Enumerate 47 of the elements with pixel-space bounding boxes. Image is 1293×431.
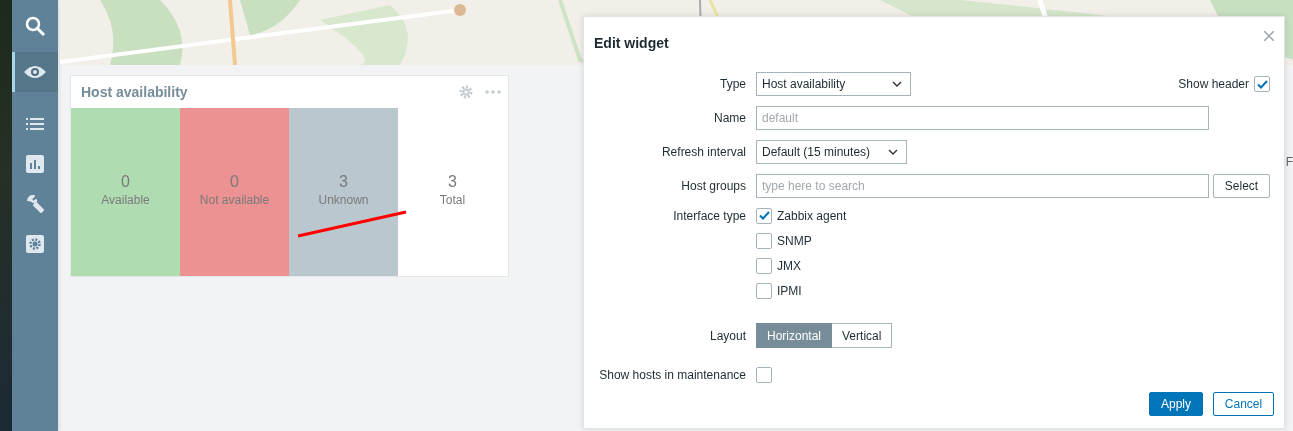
- field-label: Refresh interval: [660, 145, 747, 159]
- apply-button[interactable]: Apply: [1149, 392, 1203, 416]
- name-field[interactable]: default: [756, 106, 1209, 130]
- tile-label: Not available: [199, 193, 270, 207]
- gear-icon: [26, 235, 44, 253]
- cut-off-text: F: [1285, 154, 1293, 171]
- widget-title: Host availability: [81, 84, 189, 100]
- eye-icon: [23, 64, 47, 80]
- checkbox-label: IPMI: [777, 283, 802, 298]
- tile-label: Unknown: [318, 193, 369, 207]
- cancel-button[interactable]: Cancel: [1213, 392, 1274, 416]
- select-button[interactable]: Select: [1213, 174, 1270, 198]
- field-label: Show header: [1178, 77, 1249, 91]
- field-label: Show hosts in maintenance: [598, 368, 747, 382]
- field-label: Layout: [708, 328, 747, 343]
- checkbox-label: Zabbix agent: [777, 208, 847, 223]
- field-label: Host groups: [680, 179, 747, 193]
- nav-item[interactable]: [12, 52, 58, 92]
- bar-chart-icon: [26, 155, 44, 173]
- dialog-title: Edit widget: [594, 34, 670, 51]
- checkbox[interactable]: [756, 367, 772, 383]
- checkbox[interactable]: [756, 257, 772, 274]
- tile-label: Available: [101, 193, 150, 207]
- checkbox[interactable]: [1254, 76, 1270, 92]
- tile-count: 0: [230, 173, 239, 191]
- tile-count: 0: [121, 173, 130, 191]
- close-icon[interactable]: [1264, 31, 1274, 41]
- checkbox[interactable]: [756, 232, 772, 249]
- refresh-select[interactable]: Default (15 minutes): [756, 140, 907, 164]
- checkbox-label: SNMP: [777, 233, 812, 248]
- field-label: Interface type: [672, 208, 747, 223]
- search-icon: [24, 15, 46, 37]
- field-label: Name: [713, 111, 747, 125]
- chevron-icon: [888, 149, 898, 155]
- tile-label: Total: [439, 193, 466, 207]
- wrench-icon: [26, 195, 44, 213]
- tile-count: 3: [339, 173, 348, 191]
- type-select[interactable]: Host availability: [756, 72, 911, 96]
- chevron-icon: [892, 81, 902, 87]
- tile-count: 3: [448, 173, 457, 191]
- checkbox-label: JMX: [777, 258, 801, 273]
- field-label: Type: [719, 77, 747, 91]
- search-field[interactable]: type here to search: [756, 174, 1209, 198]
- checkbox[interactable]: [756, 282, 772, 299]
- checkbox[interactable]: [756, 207, 772, 224]
- layout-option[interactable]: Vertical: [832, 323, 893, 348]
- list-icon: [26, 117, 44, 131]
